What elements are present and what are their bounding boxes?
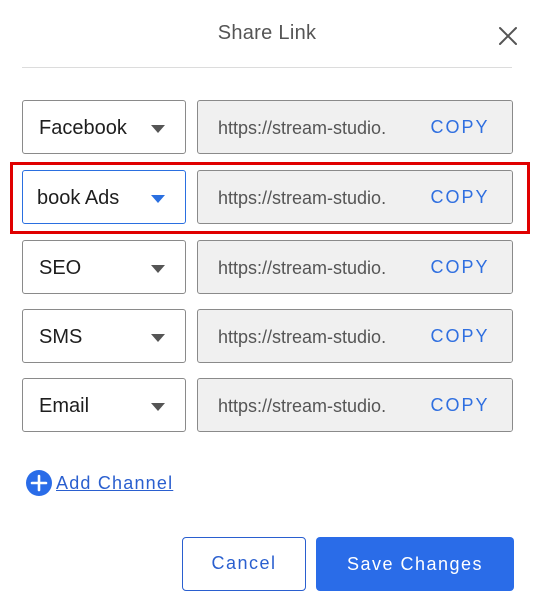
dialog-header: Share Link <box>0 0 534 68</box>
header-divider <box>22 67 512 68</box>
channel-select-value: Email <box>39 395 90 417</box>
caret-down-icon <box>151 265 165 273</box>
channel-select[interactable]: Facebook <box>22 100 186 154</box>
caret-down-icon <box>151 334 165 342</box>
channel-select-value: book Ads <box>37 187 120 209</box>
copy-button[interactable]: COPY <box>408 241 512 293</box>
copy-button[interactable]: COPY <box>408 171 512 223</box>
copy-button[interactable]: COPY <box>408 379 512 431</box>
share-url-text: https://stream-studio. <box>218 188 387 208</box>
share-url-field[interactable]: https://stream-studio. COPY <box>197 170 513 224</box>
add-channel-button[interactable]: Add Channel <box>26 470 173 496</box>
share-url-text: https://stream-studio. <box>218 258 387 278</box>
channel-select[interactable]: SEO <box>22 240 186 294</box>
channel-select[interactable]: SMS <box>22 309 186 363</box>
channel-select[interactable]: book Ads <box>22 170 186 224</box>
share-url-text: https://stream-studio. <box>218 118 387 138</box>
channel-row: Facebook https://stream-studio. COPY <box>22 100 514 154</box>
add-channel-label: Add Channel <box>56 472 174 493</box>
close-icon <box>499 27 517 45</box>
plus-circle-icon <box>26 470 52 496</box>
channel-select[interactable]: Email <box>22 378 186 432</box>
cancel-button[interactable]: Cancel <box>182 537 306 591</box>
caret-down-icon <box>151 195 165 203</box>
dialog-title: Share Link <box>217 22 317 44</box>
channel-select-value: SMS <box>39 326 83 348</box>
share-url-field[interactable]: https://stream-studio. COPY <box>197 378 513 432</box>
share-url-field[interactable]: https://stream-studio. COPY <box>197 100 513 154</box>
channel-row: Email https://stream-studio. COPY <box>22 378 514 432</box>
save-changes-button[interactable]: Save Changes <box>316 537 514 591</box>
share-url-field[interactable]: https://stream-studio. COPY <box>197 240 513 294</box>
channel-row: SEO https://stream-studio. COPY <box>22 240 514 294</box>
channel-select-value: Facebook <box>39 117 127 139</box>
share-url-text: https://stream-studio. <box>218 327 387 347</box>
copy-button[interactable]: COPY <box>408 310 512 362</box>
caret-down-icon <box>151 125 165 133</box>
channel-row: SMS https://stream-studio. COPY <box>22 309 514 363</box>
channel-select-value: SEO <box>39 257 82 279</box>
close-button[interactable] <box>496 24 520 48</box>
share-url-text: https://stream-studio. <box>218 396 387 416</box>
copy-button[interactable]: COPY <box>408 101 512 153</box>
caret-down-icon <box>151 403 165 411</box>
channel-row: book Ads https://stream-studio. COPY <box>22 170 514 224</box>
share-url-field[interactable]: https://stream-studio. COPY <box>197 309 513 363</box>
